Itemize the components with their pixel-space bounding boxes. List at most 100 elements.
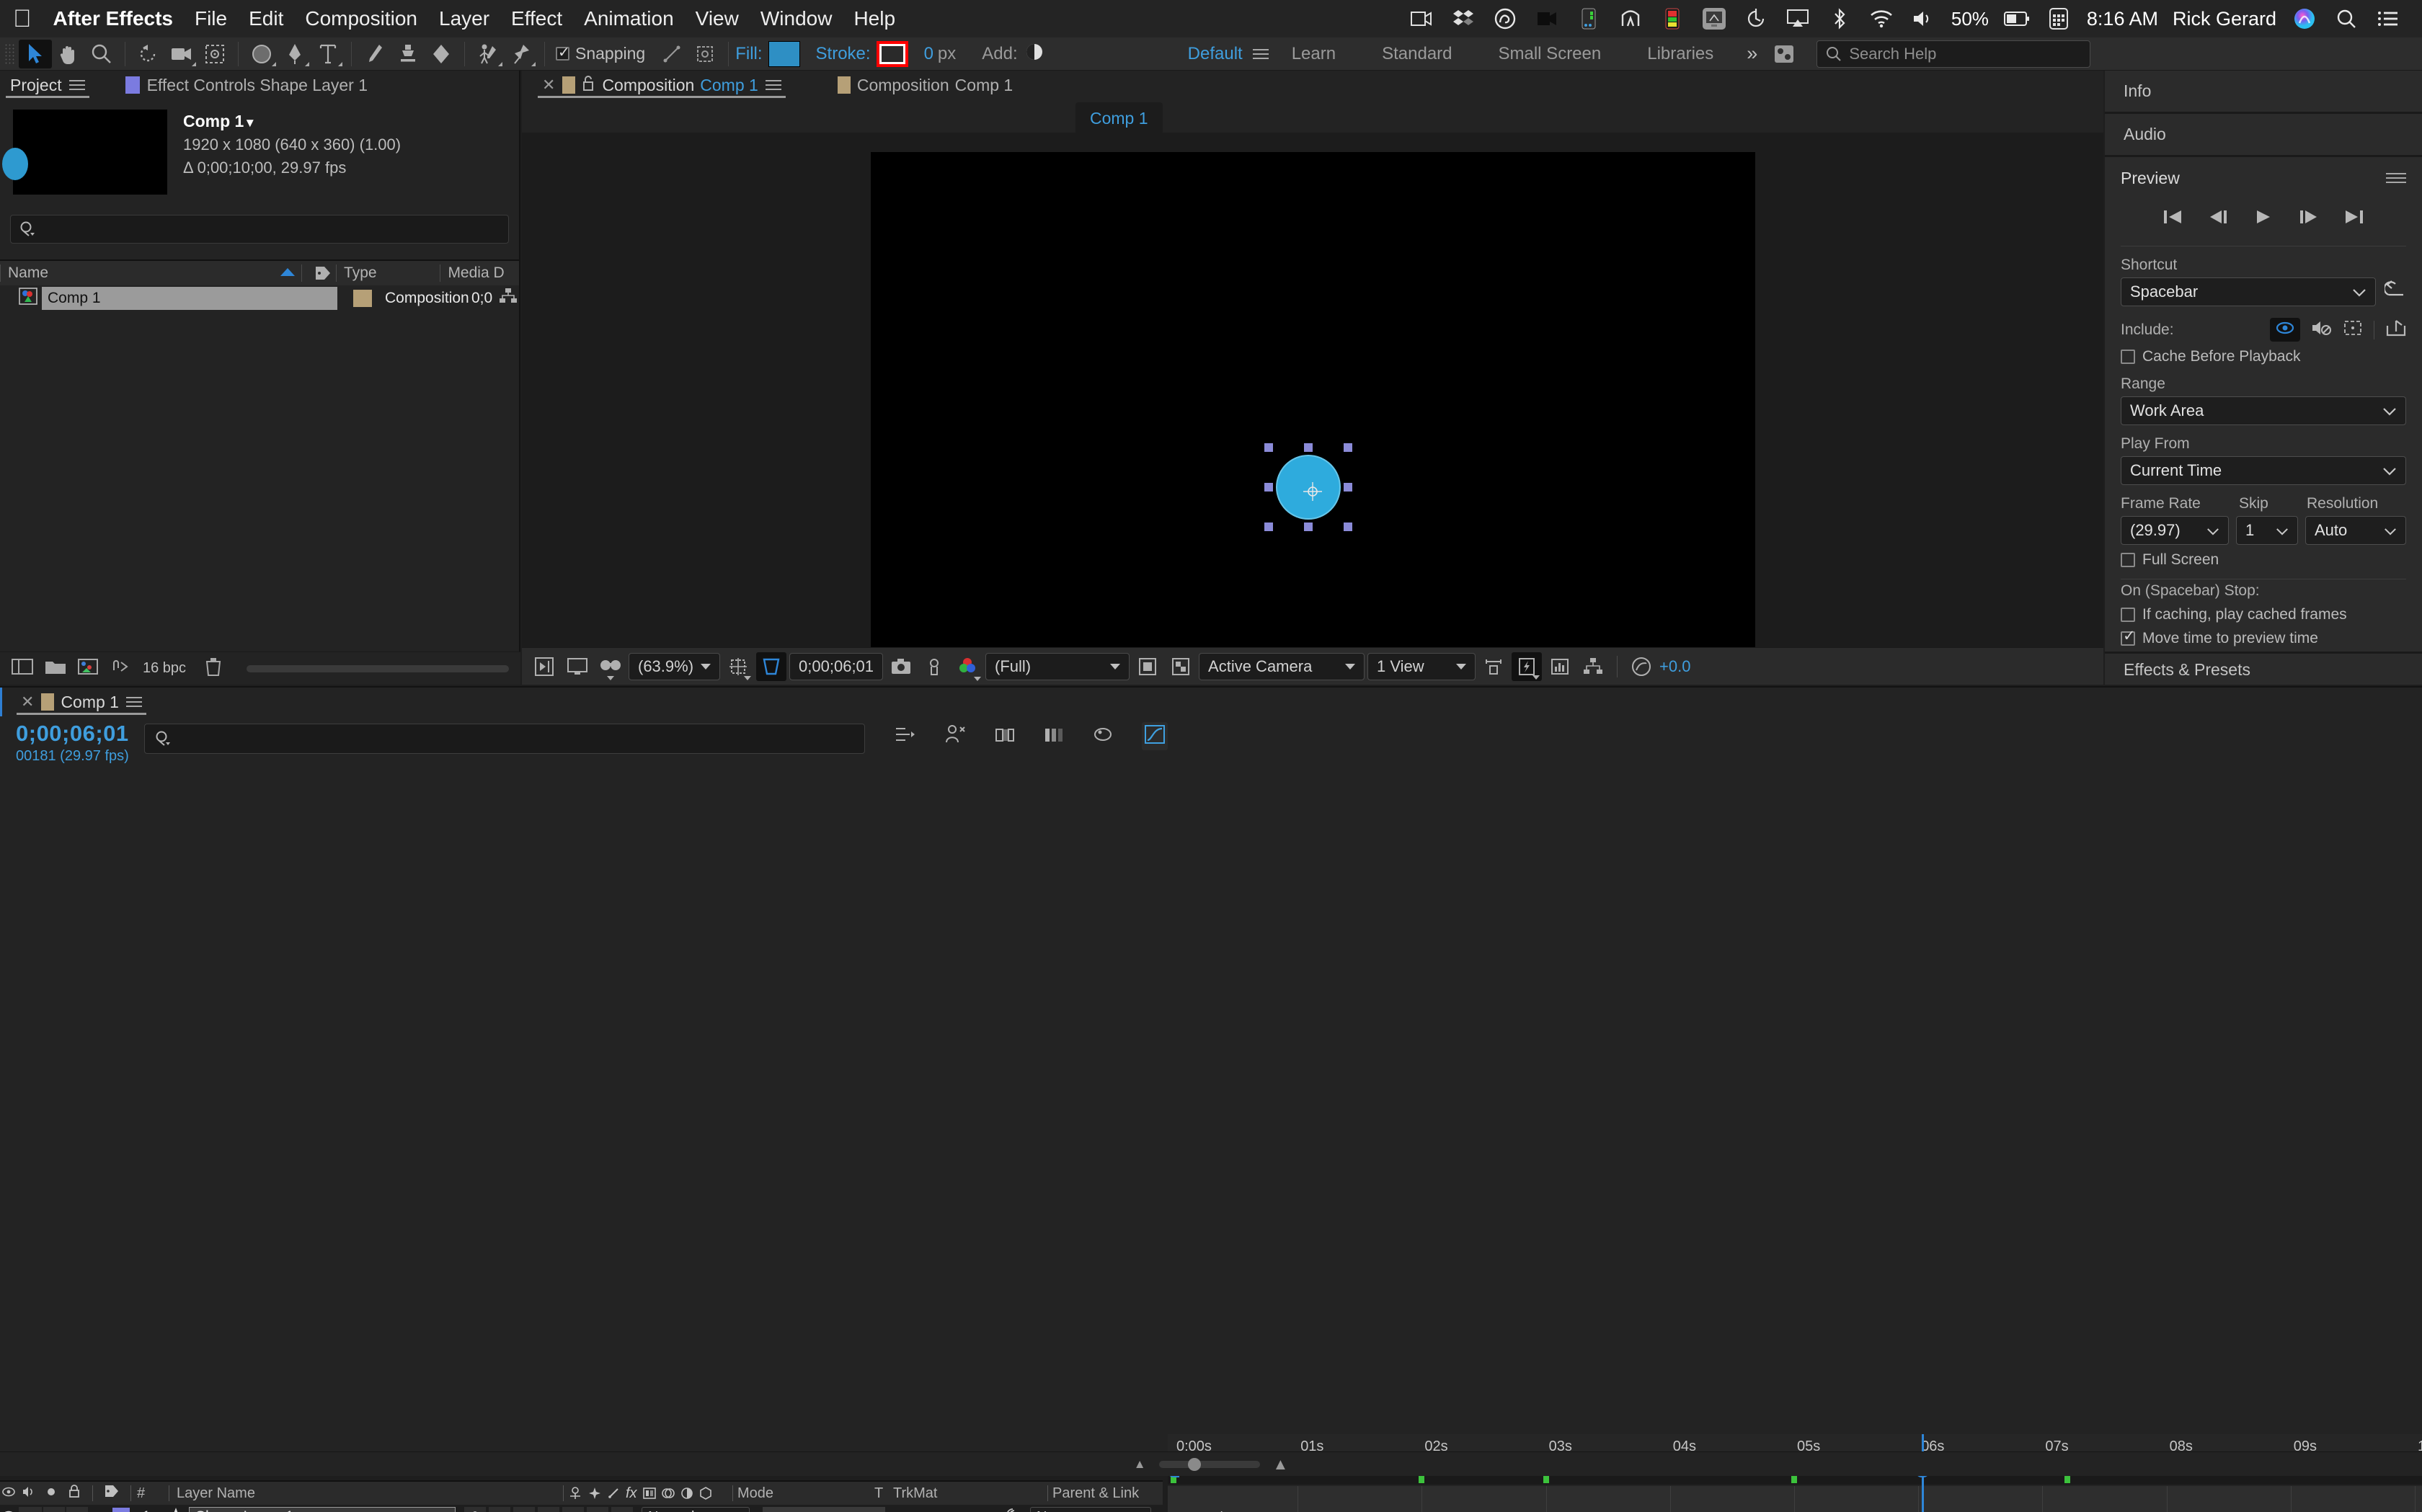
include-video-icon[interactable] [2270,318,2300,342]
search-help-field[interactable]: Search Help [1816,40,2090,68]
project-settings-icon[interactable] [78,658,98,679]
fast-previews-icon[interactable] [1512,652,1542,681]
apple-logo-icon[interactable]:  [13,6,32,31]
notification-center-icon[interactable] [2374,6,2402,31]
layer-trkmat-field[interactable] [763,1507,885,1512]
region-of-interest-icon[interactable] [756,652,786,681]
workspace-standard[interactable]: Standard [1382,44,1452,64]
timeline-zoom-slider[interactable] [1159,1461,1260,1468]
graph-plot-area[interactable]: 120 px/sec1101009080706050403020100 [1168,1486,2422,1512]
layer-audio-toggle[interactable] [19,1507,42,1512]
timeline-close-icon[interactable]: ✕ [21,693,34,711]
snapping-checkbox[interactable] [556,47,569,61]
menu-view[interactable]: View [696,7,739,30]
play-from-select[interactable]: Current Time [2121,456,2406,485]
close-tab-icon[interactable]: ✕ [542,76,555,94]
siri-icon[interactable] [2291,6,2318,31]
roto-brush-tool[interactable] [471,40,505,68]
layer-name-header[interactable]: Layer Name [177,1485,559,1502]
keyframe-marker[interactable] [1543,1476,1549,1483]
panel-effects-presets[interactable]: Effects & Presets [2105,652,2422,686]
pen-tool[interactable] [278,40,311,68]
battery-icon[interactable] [2003,6,2031,31]
layer-parent-switch[interactable] [464,1507,486,1512]
timeline-search-input[interactable] [144,724,865,754]
keyframe-marker[interactable] [1419,1476,1424,1483]
keyframe-marker[interactable] [2064,1476,2070,1483]
workspace-default[interactable]: Default [1188,44,1243,64]
parent-pickwhip-icon[interactable] [1004,1506,1021,1512]
eraser-tool[interactable] [425,40,458,68]
breadcrumb[interactable]: Comp 1 [1075,102,1163,134]
volume-icon[interactable] [1909,6,1937,31]
workspace-menu-icon[interactable] [1253,46,1269,62]
menu-file[interactable]: File [195,7,227,30]
bit-depth-label[interactable]: 16 bpc [143,660,186,677]
stroke-width-value[interactable]: 0 [924,44,933,64]
zoom-tool[interactable] [85,40,118,68]
colorsync-icon[interactable] [1659,6,1686,31]
tab-effect-controls[interactable]: Effect Controls Shape Layer 1 [115,71,378,99]
always-preview-icon[interactable] [529,652,559,681]
column-name[interactable]: Name [0,264,301,282]
menu-help[interactable]: Help [853,7,895,30]
next-frame-button[interactable] [2298,209,2318,228]
add-menu-icon[interactable] [1025,43,1044,65]
3d-glasses-icon[interactable] [595,652,626,681]
pan-behind-tool[interactable] [198,40,231,68]
resolution-fit-icon[interactable] [723,652,753,681]
cached-frames-row[interactable]: If caching, play cached frames [2121,606,2406,623]
menu-effect[interactable]: Effect [511,7,562,30]
clone-stamp-tool[interactable] [391,40,425,68]
graph-editor-active-icon[interactable] [1142,722,1168,750]
move-time-row[interactable]: Move time to preview time [2121,630,2406,647]
bluetooth-icon[interactable] [1826,6,1853,31]
zoom-out-timeline-icon[interactable]: ▲ [1134,1457,1146,1472]
toggle-transparency-grid-icon[interactable] [1166,652,1196,681]
show-snapshot-icon[interactable] [919,652,949,681]
new-comp-icon[interactable] [12,658,33,679]
layer-fx-switch[interactable] [538,1507,559,1512]
resolution-preview-select[interactable]: Auto [2305,516,2406,545]
project-scrollbar[interactable] [247,665,509,672]
table-row[interactable]: ▾ 1 Shape Layer 1 Normal [0,1505,1163,1512]
preview-panel-menu-icon[interactable] [2386,170,2406,186]
timeline-panel-menu-icon[interactable] [126,694,142,710]
interpret-footage-icon[interactable] [110,658,131,679]
main-viewer-icon[interactable] [562,652,593,681]
anchor-point-icon[interactable] [1303,482,1322,501]
composition-viewer-stage[interactable] [522,133,2103,647]
column-media-duration[interactable]: Media D [440,264,519,282]
full-screen-row[interactable]: Full Screen [2121,551,2406,569]
composition-canvas[interactable] [871,152,1755,649]
move-time-checkbox[interactable] [2121,631,2135,646]
snap-align-icon[interactable] [655,40,688,68]
range-select[interactable]: Work Area [2121,396,2406,425]
stroke-color-swatch[interactable] [879,44,905,64]
layer-lock-toggle[interactable] [66,1507,88,1512]
reset-shortcut-icon[interactable] [2385,279,2406,301]
tab-project[interactable]: Project [0,71,95,99]
layer-adjustment-switch[interactable] [513,1507,535,1512]
hide-shy-layers-icon[interactable] [944,724,966,748]
include-overlays-icon[interactable] [2343,320,2362,339]
layer-solo-toggle[interactable] [43,1507,65,1512]
type-tool[interactable] [311,40,345,68]
hand-tool[interactable] [52,40,85,68]
workspace-libraries[interactable]: Libraries [1647,44,1713,64]
battery-app-icon[interactable] [1575,6,1602,31]
zoom-in-timeline-icon[interactable]: ▲ [1273,1455,1289,1474]
workspace-overflow-chevrons[interactable]: » [1747,43,1757,65]
timeline-current-time[interactable]: 0;00;06;01 00181 (29.97 fps) [16,721,129,765]
enable-frame-blending-icon[interactable] [995,725,1015,747]
transform-box-icon[interactable] [688,40,722,68]
previous-frame-button[interactable] [2209,209,2229,228]
screen-record-icon[interactable] [1408,6,1435,31]
layer-mode-select[interactable]: Normal [642,1507,750,1512]
column-label-tag[interactable] [301,264,336,282]
selection-tool[interactable] [19,40,52,68]
play-button[interactable] [2255,209,2272,228]
camera-tool[interactable] [165,40,198,68]
comp-name-label[interactable]: Comp 1▼ [183,110,401,133]
panel-audio[interactable]: Audio [2105,114,2422,157]
